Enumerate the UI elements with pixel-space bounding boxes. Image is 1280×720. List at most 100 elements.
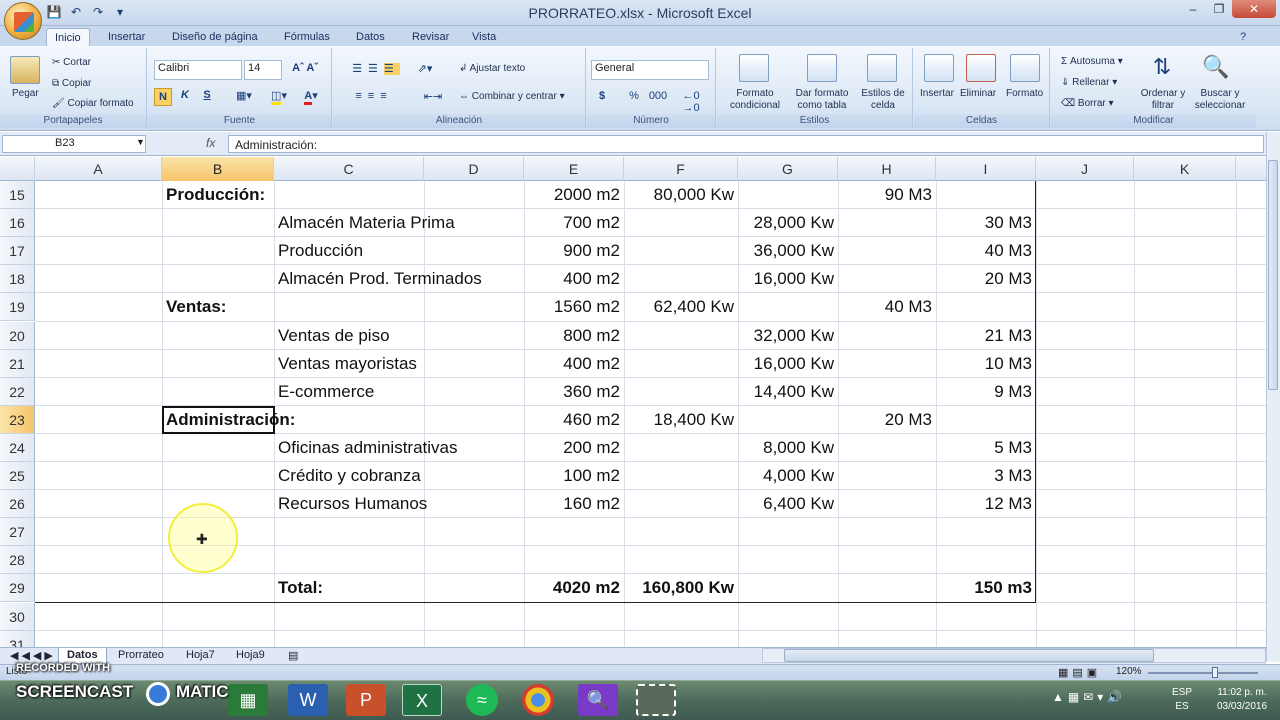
row-header[interactable]: 16 — [0, 209, 35, 238]
column-header-b[interactable]: B — [162, 157, 274, 181]
row-header[interactable]: 21 — [0, 349, 35, 378]
row-header[interactable]: 30 — [0, 602, 35, 631]
cell-e22[interactable]: 360 m2 — [524, 378, 624, 406]
font-grow-shrink-icon[interactable]: Aˆ Aˇ — [288, 62, 322, 74]
cell-e19[interactable]: 1560 m2 — [524, 293, 624, 321]
column-header-f[interactable]: F — [624, 157, 738, 181]
cell-i17[interactable]: 40 M3 — [936, 237, 1036, 265]
column-header-h[interactable]: H — [838, 157, 936, 181]
row-header[interactable]: 27 — [0, 518, 35, 547]
insert-cells-button[interactable]: Insertar — [920, 88, 954, 99]
format-as-table-icon[interactable] — [807, 54, 837, 82]
merge-center-button[interactable]: ⇔ Combinar y centrar ▾ — [459, 91, 565, 102]
format-painter-button[interactable]: 🖌 Copiar formato — [52, 98, 134, 109]
cell-g22[interactable]: 14,400 Kw — [738, 378, 838, 406]
powerpoint-icon[interactable]: P — [346, 684, 386, 716]
chrome-icon[interactable] — [522, 684, 554, 716]
copy-button[interactable]: ⧉ Copiar — [52, 78, 91, 89]
cut-button[interactable]: ✂ Cortar — [52, 57, 91, 68]
cell-e18[interactable]: 400 m2 — [524, 265, 624, 293]
cell-h19[interactable]: 40 M3 — [838, 293, 936, 321]
cell-e17[interactable]: 900 m2 — [524, 237, 624, 265]
column-header-j[interactable]: J — [1036, 157, 1134, 181]
cell-e26[interactable]: 160 m2 — [524, 490, 624, 518]
office-button[interactable] — [4, 2, 42, 40]
cell-c29[interactable]: Total: — [274, 574, 327, 602]
cell-f19[interactable]: 62,400 Kw — [624, 293, 738, 321]
name-box[interactable]: B23 — [2, 135, 146, 153]
autosum-button[interactable]: Σ Autosuma ▾ — [1061, 56, 1123, 67]
search-app-icon[interactable]: 🔍 — [578, 684, 618, 716]
snipping-tool-icon[interactable] — [636, 684, 676, 716]
language-indicator[interactable]: ESP ES — [1172, 686, 1192, 714]
cell-styles-icon[interactable] — [867, 54, 897, 82]
font-family-select[interactable]: Calibri — [154, 60, 242, 80]
zoom-level[interactable]: 120% — [1116, 666, 1142, 677]
format-cells-icon[interactable] — [1010, 54, 1040, 82]
column-header-g[interactable]: G — [738, 157, 838, 181]
row-header[interactable]: 18 — [0, 265, 35, 294]
cell-f29[interactable]: 160,800 Kw — [624, 574, 738, 602]
bold-button[interactable]: N — [154, 88, 172, 106]
row-header[interactable]: 28 — [0, 546, 35, 575]
row-header[interactable]: 23 — [0, 405, 35, 434]
conditional-format-icon[interactable] — [739, 54, 769, 82]
cell-h23[interactable]: 20 M3 — [838, 406, 936, 434]
conditional-format-button[interactable]: Formato condicional — [723, 88, 787, 112]
cell-i22[interactable]: 9 M3 — [936, 378, 1036, 406]
delete-cells-button[interactable]: Eliminar — [960, 88, 996, 99]
name-box-dropdown-icon[interactable]: ▼ — [136, 137, 145, 147]
format-as-table-button[interactable]: Dar formato como tabla — [789, 88, 855, 112]
currency-button[interactable]: $ — [595, 90, 609, 102]
cell-i25[interactable]: 3 M3 — [936, 462, 1036, 490]
cell-g17[interactable]: 36,000 Kw — [738, 237, 838, 265]
thousands-button[interactable]: 000 — [647, 90, 669, 102]
system-clock[interactable]: 11:02 p. m. 03/03/2016 — [1212, 686, 1272, 714]
column-header-k[interactable]: K — [1134, 157, 1236, 181]
zoom-slider[interactable] — [1148, 672, 1258, 674]
tab-datos[interactable]: Datos — [348, 28, 393, 47]
cell-g21[interactable]: 16,000 Kw — [738, 350, 838, 378]
cell-i18[interactable]: 20 M3 — [936, 265, 1036, 293]
cell-c24[interactable]: Oficinas administrativas — [274, 434, 462, 462]
tab-revisar[interactable]: Revisar — [404, 28, 457, 47]
tab-diseno[interactable]: Diseño de página — [164, 28, 266, 47]
find-select-button[interactable]: Buscar y seleccionar — [1187, 88, 1253, 112]
cell-styles-button[interactable]: Estilos de celda — [855, 88, 911, 112]
cell-c17[interactable]: Producción — [274, 237, 367, 265]
horizontal-scroll-thumb[interactable] — [784, 649, 1154, 662]
tab-formulas[interactable]: Fórmulas — [276, 28, 338, 47]
cell-g18[interactable]: 16,000 Kw — [738, 265, 838, 293]
cell-c26[interactable]: Recursos Humanos — [274, 490, 431, 518]
row-header[interactable]: 19 — [0, 293, 35, 322]
tab-vista[interactable]: Vista — [464, 28, 504, 47]
paste-icon[interactable] — [10, 56, 40, 84]
cell-c22[interactable]: E-commerce — [274, 378, 378, 406]
sort-filter-icon[interactable]: ⇅ — [1147, 54, 1177, 80]
cell-b19[interactable]: Ventas: — [162, 293, 230, 321]
wrap-text-button[interactable]: ↲ Ajustar texto — [459, 63, 525, 74]
tray-icons[interactable]: ▲▦✉▾🔊 — [1052, 690, 1126, 704]
cell-c16[interactable]: Almacén Materia Prima — [274, 209, 459, 237]
cell-i20[interactable]: 21 M3 — [936, 322, 1036, 350]
indent-icons[interactable]: ⇤⇥ — [413, 90, 453, 103]
zoom-slider-thumb[interactable] — [1212, 667, 1218, 678]
cell-g16[interactable]: 28,000 Kw — [738, 209, 838, 237]
cell-i21[interactable]: 10 M3 — [936, 350, 1036, 378]
borders-icon[interactable]: ▦▾ — [232, 89, 256, 102]
fill-button[interactable]: ⇓ Rellenar ▾ — [1061, 77, 1117, 88]
cell-f15[interactable]: 80,000 Kw — [624, 181, 738, 209]
column-header-c[interactable]: C — [274, 157, 424, 181]
restore-button[interactable]: ❐ — [1206, 0, 1232, 18]
spreadsheet-grid[interactable]: ABCDEFGHIJK 15 Producción: 2000 m2 80,000 K… — [0, 157, 1266, 647]
row-header[interactable]: 22 — [0, 377, 35, 406]
select-all-corner[interactable] — [0, 157, 35, 181]
delete-cells-icon[interactable] — [966, 54, 996, 82]
cell-c21[interactable]: Ventas mayoristas — [274, 350, 421, 378]
row-header[interactable]: 26 — [0, 490, 35, 519]
sort-filter-button[interactable]: Ordenar y filtrar — [1137, 88, 1189, 112]
formula-input[interactable]: Administración: — [228, 135, 1264, 153]
row-header[interactable]: 15 — [0, 181, 35, 210]
cell-i24[interactable]: 5 M3 — [936, 434, 1036, 462]
insert-cells-icon[interactable] — [924, 54, 954, 82]
